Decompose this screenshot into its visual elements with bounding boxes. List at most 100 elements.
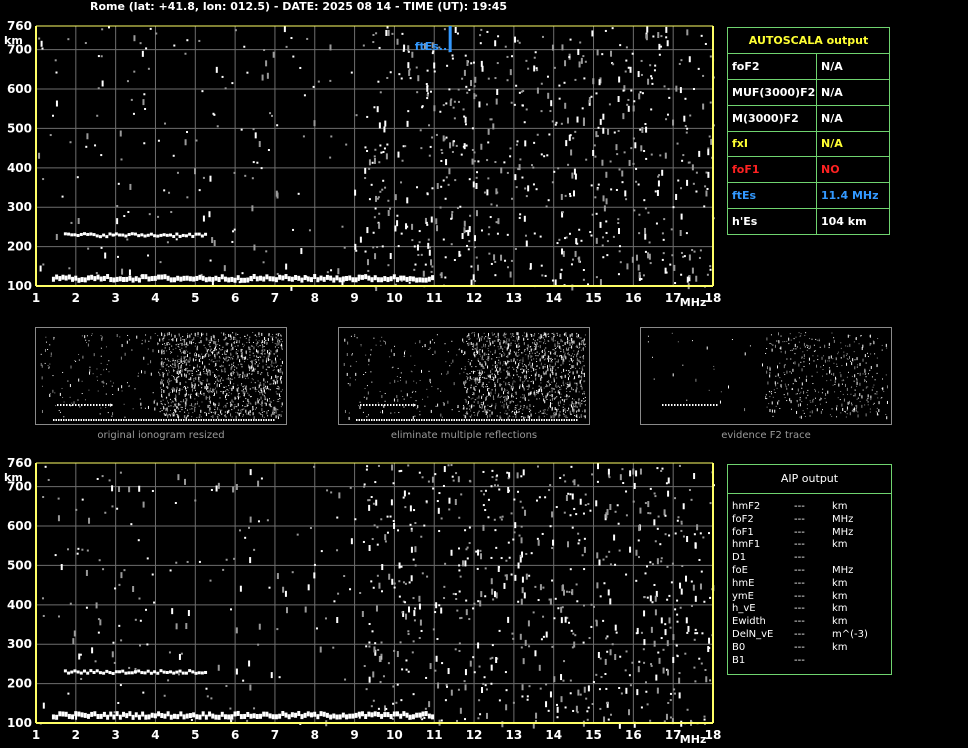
thumbnail-point — [864, 354, 866, 358]
thumbnail-point — [851, 375, 853, 377]
thumbnail-trace-point — [496, 419, 498, 421]
thumbnail-point — [75, 360, 77, 362]
thumbnail-point — [806, 404, 808, 406]
noise-point — [655, 222, 658, 225]
noise-point — [374, 148, 377, 151]
noise-point — [184, 478, 187, 485]
thumbnail-point — [560, 393, 562, 395]
thumbnail-point — [573, 403, 575, 405]
noise-point — [508, 556, 511, 559]
thumbnail-point — [270, 406, 272, 408]
thumbnail-trace-point — [576, 419, 578, 421]
noise-point — [224, 87, 227, 90]
thumbnail-point — [533, 348, 535, 350]
thumbnail-point — [185, 338, 187, 340]
thumbnail-point — [530, 355, 532, 359]
thumbnail-trace-point — [563, 419, 565, 421]
thumbnail-point — [806, 376, 808, 378]
thumbnail-point — [162, 362, 164, 366]
trace-point — [111, 233, 115, 237]
thumbnail-point — [172, 363, 174, 365]
thumbnail-point — [580, 379, 582, 381]
thumbnail-point — [548, 356, 550, 358]
thumbnail-point — [214, 406, 216, 408]
thumbnail-point — [463, 381, 465, 385]
thumbnail-point — [117, 387, 119, 391]
thumbnail-point — [194, 406, 196, 408]
thumbnail-point — [206, 383, 208, 387]
noise-point — [142, 99, 145, 106]
thumbnail-point — [367, 391, 369, 395]
noise-point — [300, 248, 303, 255]
thumbnail-point — [162, 372, 164, 374]
thumbnail-point — [839, 372, 841, 374]
thumbnail-point — [167, 400, 169, 402]
noise-point — [262, 261, 265, 264]
thumbnail-point — [811, 375, 813, 377]
thumbnail-point — [250, 366, 252, 370]
noise-point — [568, 56, 571, 59]
thumbnail-point — [539, 367, 541, 369]
thumbnail-point — [511, 333, 513, 335]
noise-point — [627, 66, 630, 69]
thumbnail-point — [535, 393, 537, 395]
noise-point — [486, 30, 489, 33]
trace-point — [125, 276, 129, 282]
thumbnail-point — [158, 371, 160, 373]
thumbnail-point — [568, 408, 570, 410]
noise-point — [133, 35, 136, 42]
thumbnail-point — [507, 397, 509, 401]
thumbnail-point — [257, 365, 259, 367]
thumbnail-point — [497, 362, 499, 364]
thumbnail-point — [520, 405, 522, 407]
noise-point — [709, 55, 712, 58]
thumbnail-trace-point — [428, 419, 430, 421]
thumbnail-point — [344, 338, 346, 342]
thumbnail-point — [480, 403, 482, 405]
thumbnail-point — [508, 371, 510, 373]
thumbnail-point — [271, 383, 273, 385]
trace-point — [383, 276, 387, 282]
thumbnail-point — [505, 395, 507, 399]
thumbnail-point — [175, 394, 177, 396]
noise-point — [489, 118, 492, 121]
thumbnail-point — [827, 390, 829, 394]
thumbnail-point — [173, 388, 175, 390]
thumbnail-point — [105, 406, 107, 408]
thumbnail-point — [794, 361, 796, 365]
thumbnail-point — [720, 391, 722, 393]
thumbnail-point — [486, 359, 488, 361]
noise-point — [609, 504, 612, 511]
noise-point — [631, 52, 634, 55]
trace-point — [76, 234, 80, 238]
thumbnail-point — [198, 416, 200, 418]
noise-point — [375, 499, 378, 506]
thumbnail-point — [497, 332, 499, 336]
thumbnail-point — [583, 391, 585, 393]
thumbnail-trace-point — [423, 419, 425, 421]
thumbnail-point — [171, 366, 173, 368]
thumbnail-point — [490, 395, 492, 397]
thumbnail-point — [544, 363, 546, 365]
thumbnail-point — [567, 352, 569, 354]
noise-point — [324, 617, 327, 620]
thumbnail-point — [509, 385, 511, 387]
noise-point — [516, 140, 519, 143]
noise-point — [76, 552, 79, 555]
thumbnail-point — [508, 391, 510, 395]
thumbnail-point — [503, 355, 505, 357]
noise-point — [584, 60, 587, 63]
thumbnail-point — [564, 332, 566, 336]
thumbnail-point — [535, 355, 537, 357]
thumbnail-point — [556, 334, 558, 336]
trace-point — [411, 276, 415, 282]
noise-point — [290, 37, 293, 40]
thumbnail-point — [170, 352, 172, 354]
thumbnail-point — [533, 349, 535, 351]
thumbnail-point — [468, 342, 470, 346]
thumbnail-point — [527, 338, 529, 340]
noise-point — [694, 628, 697, 631]
thumbnail-point — [491, 379, 493, 381]
thumbnail-point — [482, 355, 484, 359]
noise-point — [621, 468, 624, 471]
